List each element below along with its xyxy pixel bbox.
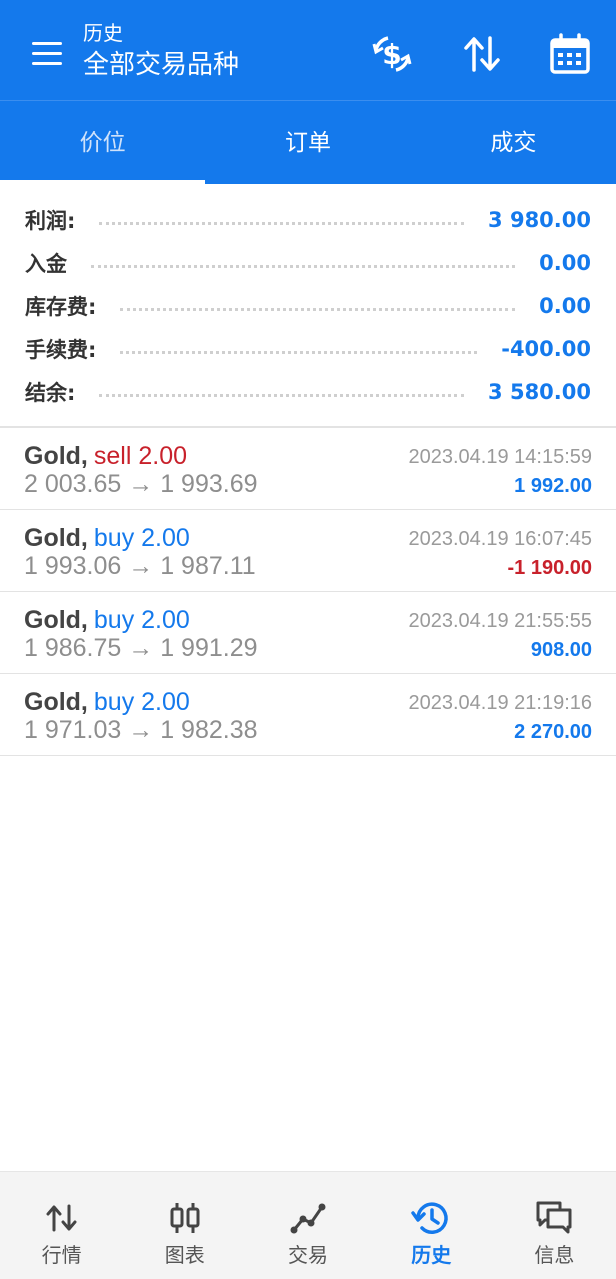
deal-time: 2023.04.19 16:07:45 [408, 528, 592, 550]
deal-profit: 2 270.00 [514, 721, 592, 743]
deal-profit: 1 992.00 [514, 475, 592, 497]
deal-prices: 1 993.06 → 1 987.11 [24, 552, 256, 580]
summary-value: 0.00 [539, 293, 591, 318]
dotted-leader [91, 261, 516, 268]
summary-row-balance: 结余: 3 580.00 [0, 370, 616, 413]
deal-profit: 908.00 [530, 639, 592, 661]
nav-chart[interactable]: 图表 [123, 1172, 246, 1279]
nav-history[interactable]: 历史 [370, 1172, 493, 1279]
deal-symbol: Gold, [24, 606, 88, 634]
nav-quotes[interactable]: 行情 [0, 1172, 123, 1279]
deal-symbol-line: Gold, buy 2.00 [24, 606, 190, 635]
header-title[interactable]: 全部交易品种 [83, 48, 239, 82]
summary-panel: 利润: 3 980.00 入金 0.00 库存费: 0.00 手续费: -400… [0, 198, 616, 413]
summary-value: 0.00 [539, 250, 591, 275]
deal-symbol: Gold, [24, 688, 88, 716]
summary-row-commission: 手续费: -400.00 [0, 327, 616, 370]
summary-value: 3 980.00 [488, 207, 591, 232]
app-header: 历史 全部交易品种 $ [0, 0, 616, 100]
bottom-navigation: 行情 图表 交易 历史 信息 [0, 1171, 616, 1279]
deals-list: Gold, sell 2.00 2 003.65 → 1 993.69 2023.… [0, 428, 616, 756]
deal-side: sell 2.00 [93, 442, 188, 470]
summary-label: 利润: [25, 208, 76, 233]
currency-exchange-icon[interactable]: $ [368, 30, 416, 78]
dotted-leader [99, 390, 465, 397]
summary-row-deposit: 入金 0.00 [0, 241, 616, 284]
summary-value: 3 580.00 [488, 379, 591, 404]
quotes-icon [42, 1198, 82, 1238]
sort-icon[interactable] [458, 30, 506, 78]
tab-orders[interactable]: 订单 [205, 101, 410, 184]
chart-icon [165, 1198, 205, 1238]
deal-row[interactable]: Gold, sell 2.00 2 003.65 → 1 993.69 2023.… [0, 428, 616, 510]
summary-label: 入金 [25, 251, 67, 276]
deal-prices: 1 971.03 → 1 982.38 [24, 716, 258, 744]
deal-symbol-line: Gold, sell 2.00 [24, 442, 187, 471]
deal-profit: -1 190.00 [507, 557, 592, 579]
summary-value: -400.00 [501, 336, 591, 361]
deal-symbol: Gold, [24, 524, 88, 552]
summary-row-swap: 库存费: 0.00 [0, 284, 616, 327]
trade-icon [288, 1198, 328, 1238]
nav-label: 交易 [288, 1243, 328, 1267]
nav-label: 行情 [41, 1243, 82, 1267]
history-icon [411, 1198, 451, 1238]
header-subtitle: 历史 [83, 21, 123, 45]
dotted-leader [99, 218, 465, 225]
calendar-icon[interactable] [546, 30, 594, 78]
deal-row[interactable]: Gold, buy 2.00 1 986.75 → 1 991.29 2023.0… [0, 592, 616, 674]
svg-text:$: $ [382, 38, 401, 71]
deal-symbol-line: Gold, buy 2.00 [24, 524, 190, 553]
deal-symbol: Gold, [24, 442, 88, 470]
nav-trade[interactable]: 交易 [246, 1172, 369, 1279]
nav-label: 信息 [534, 1243, 575, 1267]
messages-icon [534, 1198, 574, 1238]
deal-prices: 2 003.65 → 1 993.69 [24, 470, 258, 498]
menu-icon[interactable] [28, 36, 64, 72]
deal-row[interactable]: Gold, buy 2.00 1 971.03 → 1 982.38 2023.0… [0, 674, 616, 756]
nav-label: 历史 [411, 1243, 452, 1267]
deal-symbol-line: Gold, buy 2.00 [24, 688, 190, 717]
nav-label: 图表 [164, 1243, 205, 1267]
nav-messages[interactable]: 信息 [493, 1172, 616, 1279]
header-titles: 历史 全部交易品种 [83, 20, 239, 82]
deal-time: 2023.04.19 21:55:55 [408, 610, 592, 632]
deal-side: buy 2.00 [93, 688, 190, 716]
summary-label: 手续费: [25, 337, 97, 362]
summary-row-profit: 利润: 3 980.00 [0, 198, 616, 241]
tab-price[interactable]: 价位 [0, 101, 206, 184]
deal-time: 2023.04.19 14:15:59 [408, 446, 592, 468]
deal-side: buy 2.00 [93, 606, 190, 634]
deal-side: buy 2.00 [93, 524, 190, 552]
dotted-leader [120, 304, 516, 311]
deal-prices: 1 986.75 → 1 991.29 [24, 634, 258, 662]
dotted-leader [120, 347, 478, 354]
tab-bar: 价位 订单 成交 [0, 100, 616, 184]
deal-time: 2023.04.19 21:19:16 [408, 692, 592, 714]
deal-row[interactable]: Gold, buy 2.00 1 993.06 → 1 987.11 2023.0… [0, 510, 616, 592]
summary-label: 库存费: [25, 294, 97, 319]
tab-deals[interactable]: 成交 [411, 101, 616, 184]
summary-label: 结余: [25, 380, 76, 405]
